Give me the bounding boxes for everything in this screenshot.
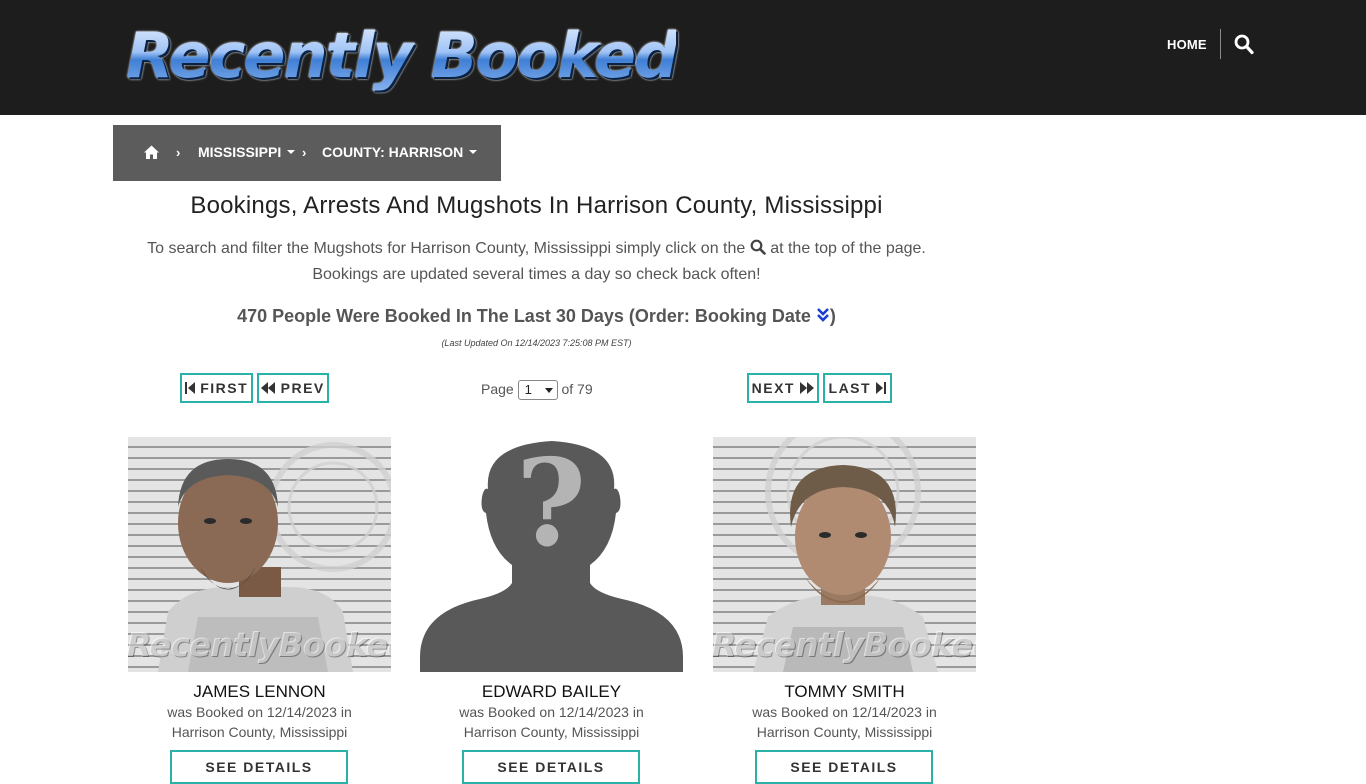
booking-info: was Booked on 12/14/2023 in Harrison Cou… bbox=[128, 702, 391, 742]
first-page-label: FIRST bbox=[200, 380, 249, 396]
last-page-label: LAST bbox=[828, 380, 872, 396]
intro-text: To search and filter the Mugshots for Ha… bbox=[113, 236, 960, 288]
booking-count-text: 470 People Were Booked In The Last 30 Da… bbox=[237, 306, 811, 326]
top-header: Recently Booked HOME bbox=[0, 0, 1366, 115]
breadcrumb-state-label: MISSISSIPPI bbox=[198, 144, 282, 160]
rewind-icon bbox=[261, 382, 276, 394]
prev-page-label: PREV bbox=[280, 380, 325, 396]
booking-count-close: ) bbox=[829, 306, 836, 326]
photo-watermark: RecentlyBooked.com bbox=[128, 625, 391, 664]
mugshot-photo[interactable]: RecentlyBooked.com bbox=[713, 437, 976, 672]
caret-down-icon bbox=[469, 150, 478, 154]
page-select[interactable]: 1 bbox=[517, 380, 558, 401]
booking-location-line: Harrison County, Mississippi bbox=[756, 724, 933, 740]
booking-info: was Booked on 12/14/2023 in Harrison Cou… bbox=[713, 702, 976, 742]
booking-location-line: Harrison County, Mississippi bbox=[171, 724, 348, 740]
see-details-button[interactable]: SEE DETAILS bbox=[462, 750, 640, 784]
caret-down-icon bbox=[287, 150, 296, 154]
booking-date-line: was Booked on 12/14/2023 in bbox=[167, 704, 352, 720]
fast-forward-icon bbox=[800, 382, 815, 394]
breadcrumb-county-label: COUNTY: HARRISON bbox=[322, 144, 464, 160]
last-updated: (Last Updated On 12/14/2023 7:25:08 PM E… bbox=[441, 338, 632, 348]
photo-watermark: RecentlyBooked.com bbox=[713, 625, 976, 664]
intro-part2: at the top of the page. bbox=[770, 240, 926, 257]
page-select-value: 1 bbox=[524, 382, 532, 398]
intro-part1: To search and filter the Mugshots for Ha… bbox=[147, 240, 746, 257]
inmate-name[interactable]: EDWARD BAILEY bbox=[420, 681, 683, 703]
next-page-button[interactable]: NEXT bbox=[747, 373, 819, 403]
mugshot-photo[interactable]: RecentlyBooked.com bbox=[128, 437, 391, 672]
placeholder-photo[interactable]: ? bbox=[420, 437, 683, 672]
next-page-label: NEXT bbox=[751, 380, 795, 396]
booking-date-line: was Booked on 12/14/2023 in bbox=[752, 704, 937, 720]
search-icon[interactable] bbox=[1234, 34, 1254, 56]
page-indicator: Page 1 of 79 bbox=[481, 378, 593, 401]
search-icon bbox=[750, 238, 766, 255]
breadcrumb-county[interactable]: COUNTY: HARRISON bbox=[322, 144, 478, 161]
prev-page-button[interactable]: PREV bbox=[257, 373, 329, 403]
see-details-button[interactable]: SEE DETAILS bbox=[755, 750, 933, 784]
booking-card[interactable]: RecentlyBooked.com JAMES LENNON was Book… bbox=[128, 437, 391, 784]
skip-first-icon bbox=[184, 382, 195, 394]
inmate-name[interactable]: TOMMY SMITH bbox=[713, 681, 976, 703]
booking-count: 470 People Were Booked In The Last 30 Da… bbox=[113, 303, 960, 329]
inmate-name[interactable]: JAMES LENNON bbox=[128, 681, 391, 703]
breadcrumb: › MISSISSIPPI › COUNTY: HARRISON bbox=[113, 125, 501, 181]
page-total: of 79 bbox=[561, 381, 593, 397]
home-icon[interactable] bbox=[143, 144, 160, 161]
first-page-button[interactable]: FIRST bbox=[180, 373, 253, 403]
booking-date-line: was Booked on 12/14/2023 in bbox=[459, 704, 644, 720]
booking-info: was Booked on 12/14/2023 in Harrison Cou… bbox=[420, 702, 683, 742]
page-title: Bookings, Arrests And Mugshots In Harris… bbox=[190, 192, 883, 219]
see-details-button[interactable]: SEE DETAILS bbox=[170, 750, 348, 784]
breadcrumb-state[interactable]: MISSISSIPPI bbox=[198, 144, 296, 161]
booking-card[interactable]: ? EDWARD BAILEY was Booked on 12/14/2023… bbox=[420, 437, 683, 784]
skip-last-icon bbox=[876, 382, 887, 394]
page-label: Page bbox=[481, 381, 514, 397]
double-chevron-down-icon[interactable] bbox=[816, 304, 830, 322]
chevron-right-icon: › bbox=[176, 145, 181, 160]
nav-divider bbox=[1220, 29, 1221, 59]
dropdown-arrow-icon bbox=[544, 388, 553, 394]
site-logo[interactable]: Recently Booked bbox=[126, 18, 678, 94]
person-silhouette-icon: ? bbox=[420, 437, 683, 672]
svg-text:?: ? bbox=[516, 437, 586, 574]
booking-location-line: Harrison County, Mississippi bbox=[463, 724, 640, 740]
nav-home-link[interactable]: HOME bbox=[1167, 36, 1207, 54]
booking-card[interactable]: RecentlyBooked.com TOMMY SMITH was Booke… bbox=[713, 437, 976, 784]
last-page-button[interactable]: LAST bbox=[823, 373, 892, 403]
chevron-right-icon: › bbox=[302, 145, 307, 160]
intro-line2: Bookings are updated several times a day… bbox=[312, 266, 761, 283]
